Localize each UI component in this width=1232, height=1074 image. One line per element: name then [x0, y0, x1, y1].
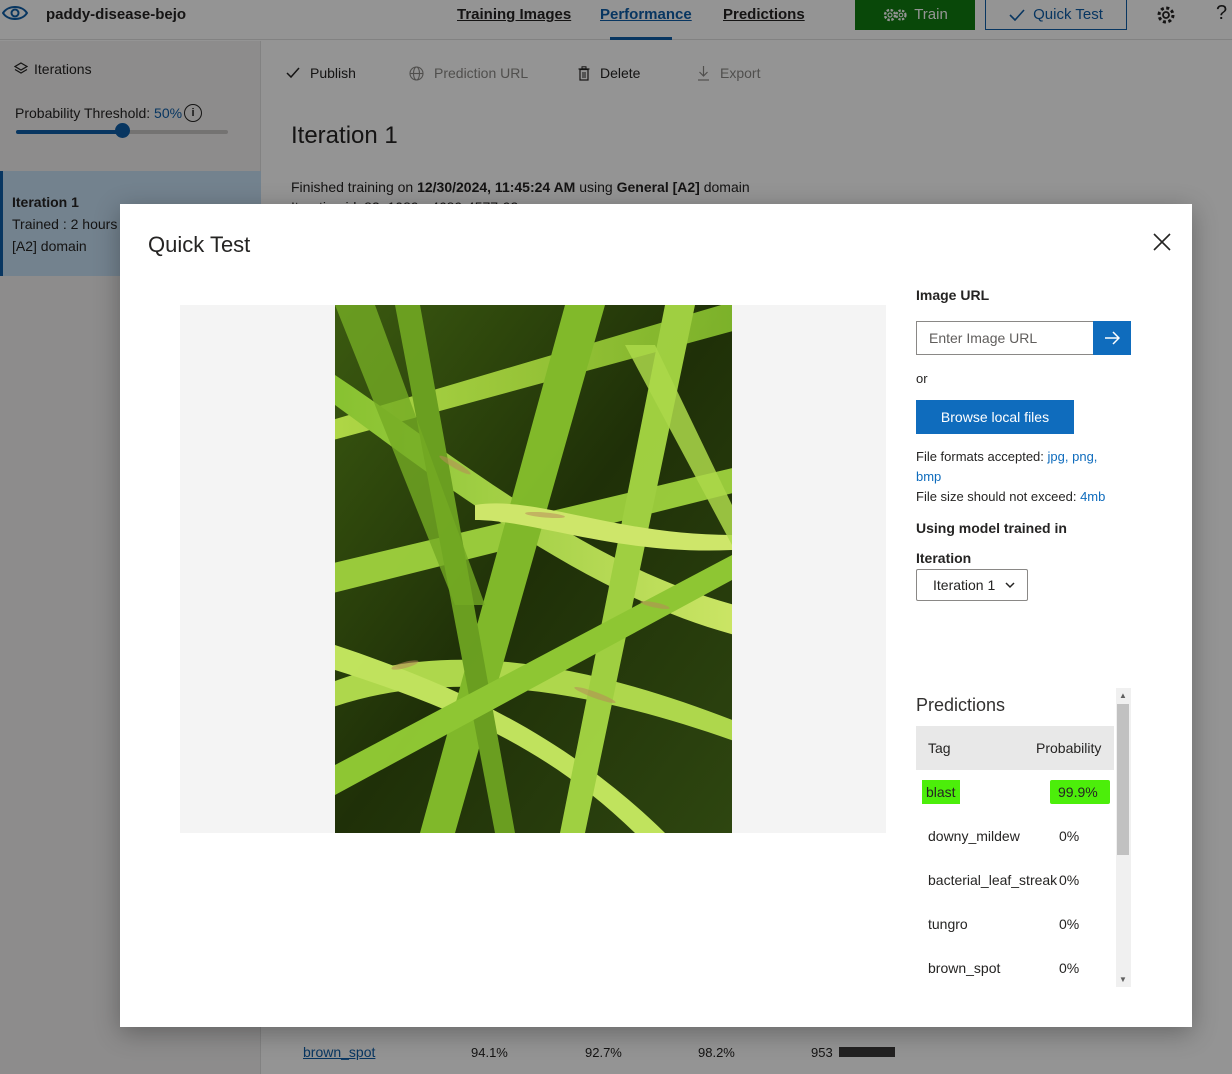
- prediction-row: blast 99.9%: [916, 770, 1114, 814]
- prediction-probability: 0%: [1059, 872, 1080, 888]
- prediction-probability: 0%: [1059, 916, 1080, 932]
- header-probability: Probability: [1036, 740, 1102, 756]
- iteration-select[interactable]: Iteration 1: [916, 569, 1028, 601]
- model-trained-label: Using model trained in: [916, 520, 1067, 536]
- submit-url-button[interactable]: [1093, 321, 1131, 355]
- iteration-label: Iteration: [916, 550, 972, 566]
- prediction-tag: downy_mildew: [928, 828, 1020, 844]
- test-image: [335, 305, 732, 833]
- predictions-title: Predictions: [916, 695, 1006, 715]
- chevron-down-icon: [1005, 581, 1015, 588]
- format-bmp: bmp: [916, 469, 942, 484]
- prediction-row: bacterial_leaf_streak 0%: [916, 858, 1114, 902]
- quick-test-dialog: Quick Test Image URL Enter Image URL or …: [120, 204, 1192, 1027]
- formats-label: File formats accepted:: [916, 449, 1044, 464]
- prediction-row: downy_mildew 0%: [916, 814, 1114, 858]
- image-url-input[interactable]: [916, 321, 1094, 355]
- size-value: 4mb: [1080, 489, 1106, 504]
- prediction-tag: blast: [922, 780, 960, 804]
- prediction-tag: tungro: [928, 916, 968, 932]
- prediction-probability: 0%: [1059, 960, 1080, 976]
- size-label: File size should not exceed:: [916, 489, 1077, 504]
- scrollbar-thumb[interactable]: [1117, 704, 1129, 855]
- predictions-scrollbar[interactable]: ▲ ▼: [1116, 688, 1131, 987]
- predictions-table: Tag Probability blast 99.9% downy_mildew…: [916, 726, 1114, 990]
- close-icon[interactable]: [1150, 230, 1174, 254]
- or-label: or: [916, 371, 928, 386]
- image-url-label: Image URL: [916, 287, 990, 303]
- prediction-row: tungro 0%: [916, 902, 1114, 946]
- header-tag: Tag: [928, 740, 951, 756]
- dialog-title: Quick Test: [148, 232, 251, 257]
- prediction-probability: 0%: [1059, 828, 1080, 844]
- format-jpg: jpg,: [1047, 449, 1069, 464]
- arrow-right-icon: [1105, 331, 1120, 345]
- predictions-header-row: Tag Probability: [916, 726, 1114, 770]
- iteration-select-value: Iteration 1: [933, 577, 996, 593]
- format-png: png,: [1072, 449, 1098, 464]
- prediction-probability: 99.9%: [1050, 780, 1110, 804]
- browse-local-files-button[interactable]: Browse local files: [916, 400, 1074, 434]
- file-requirements: File formats accepted: jpg, png, bmp Fil…: [916, 447, 1116, 507]
- scroll-down-icon[interactable]: ▼: [1119, 975, 1127, 984]
- prediction-tag: bacterial_leaf_streak: [928, 872, 1058, 888]
- test-image-area: [180, 305, 886, 833]
- prediction-tag: brown_spot: [928, 960, 1001, 976]
- prediction-row: brown_spot 0%: [916, 946, 1114, 990]
- scroll-up-icon[interactable]: ▲: [1119, 691, 1127, 700]
